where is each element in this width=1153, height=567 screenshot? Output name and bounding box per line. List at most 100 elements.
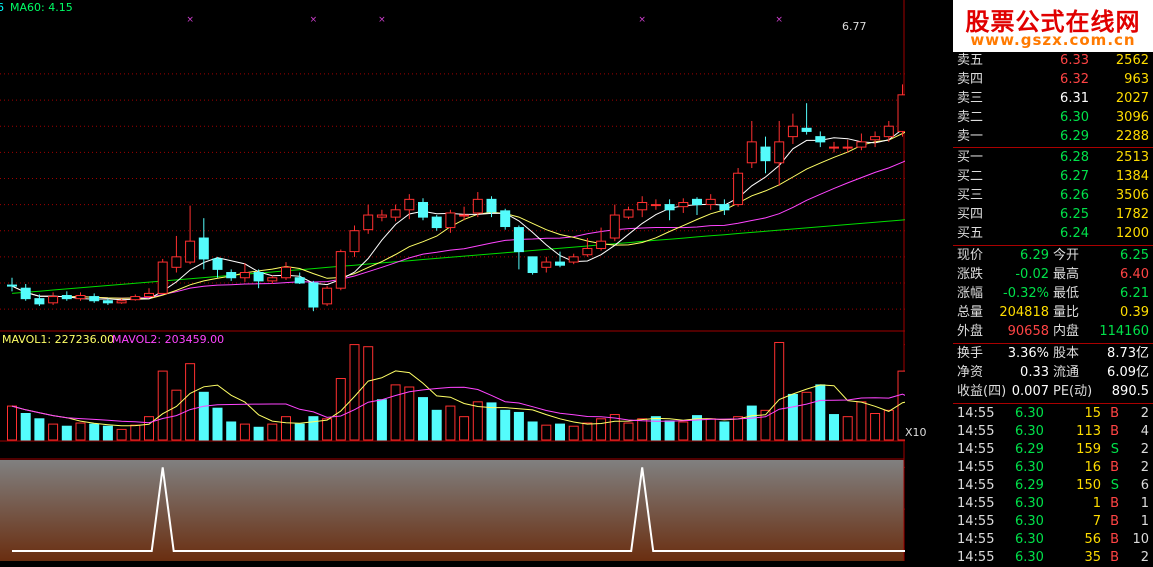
top-marker: × <box>638 15 646 25</box>
volume-bar <box>787 393 798 441</box>
buy-level-volume: 2513 <box>1115 150 1149 165</box>
sell-level-price: 6.31 <box>1060 91 1089 106</box>
chart-area[interactable]: 6.256.005.755.505.255.004.754.504.254.00… <box>0 0 1018 561</box>
volume-bar <box>733 416 744 441</box>
candle-body <box>34 298 45 305</box>
volume-bar <box>34 418 45 441</box>
quote-value: 0.39 <box>1120 305 1149 320</box>
tick-price: 6.29 <box>1015 442 1044 457</box>
finance-value: 0.007 <box>1011 384 1049 399</box>
buy-level-volume: 1200 <box>1115 226 1149 241</box>
candle-body <box>253 272 264 282</box>
buy-level: 买四 6.25 1782 <box>953 206 1153 224</box>
quote-value: -0.32% <box>1003 286 1049 301</box>
quote-value: 114160 <box>1099 324 1149 339</box>
volume-bar <box>253 426 264 441</box>
volume-bar <box>486 402 497 441</box>
tick-side: B <box>1110 460 1119 475</box>
volume-bar <box>130 424 141 441</box>
candle-body <box>239 272 250 279</box>
ma-indicator-prefix: 6 <box>0 1 4 14</box>
volume-bar <box>89 423 100 441</box>
volume-bar <box>870 413 881 441</box>
candle-body <box>486 198 497 213</box>
buy-level-price: 6.24 <box>1060 226 1089 241</box>
volume-bar <box>650 416 661 441</box>
buy-level-label: 买一 <box>957 150 984 165</box>
sell-level: 卖一 6.29 2288 <box>953 128 1153 146</box>
volume-bar <box>883 409 894 441</box>
buy-level: 买五 6.24 1200 <box>953 225 1153 243</box>
sell-level-price: 6.30 <box>1060 110 1089 125</box>
tick-row[interactable]: 14:55 6.30 113 B 4 <box>953 423 1153 441</box>
tick-row[interactable]: 14:55 6.30 35 B 2 <box>953 549 1153 567</box>
ma60-line <box>11 210 1013 294</box>
tick-row[interactable]: 14:55 6.30 1 B 1 <box>953 495 1153 513</box>
volume-bar <box>239 423 250 441</box>
tick-row[interactable]: 14:55 6.29 150 S 6 <box>953 477 1153 495</box>
volume-bar <box>294 423 305 441</box>
buy-level-price: 6.28 <box>1060 150 1089 165</box>
candle-body <box>267 277 278 282</box>
mavol2-indicator: MAVOL2: 203459.00 <box>112 333 225 346</box>
finance-divider <box>953 343 1153 344</box>
candle-body <box>513 227 524 253</box>
quote-panel: 股票公式在线网 www.gszx.com.cn 卖五 6.33 2562 卖四 6.32… <box>953 0 1153 565</box>
volume-bar <box>20 413 31 441</box>
tick-time: 14:55 <box>957 424 995 439</box>
tick-count: 1 <box>1140 514 1149 529</box>
candle-body <box>760 146 771 162</box>
tick-price: 6.29 <box>1015 478 1044 493</box>
candle-body <box>308 282 319 308</box>
buy-level: 买一 6.28 2513 <box>953 149 1153 167</box>
buy-level-label: 买二 <box>957 169 984 184</box>
tick-price: 6.30 <box>1015 532 1044 547</box>
tick-time: 14:55 <box>957 496 995 511</box>
quote-value: 204818 <box>999 305 1049 320</box>
tick-row[interactable]: 14:55 6.30 56 B 10 <box>953 531 1153 549</box>
candle-body <box>171 256 182 268</box>
quote-value: 6.25 <box>1120 248 1149 263</box>
quote-value: 6.21 <box>1120 286 1149 301</box>
sell-level-volume: 2288 <box>1115 129 1149 144</box>
quote-value: 90658 <box>1007 324 1049 339</box>
quote-label: 外盘 <box>957 324 984 339</box>
tick-volume: 159 <box>1076 442 1101 457</box>
quote-label: 总量 <box>957 305 984 320</box>
tick-time: 14:55 <box>957 460 995 475</box>
quote-row: 现价 6.29 今开 6.25 <box>953 247 1153 265</box>
tick-price: 6.30 <box>1015 424 1044 439</box>
tick-side: B <box>1110 496 1119 511</box>
volume-bar <box>212 407 223 441</box>
high-price-marker: 6.77 <box>842 20 867 33</box>
candle-body <box>829 146 839 149</box>
volume-bar <box>376 399 387 441</box>
candle-body <box>733 172 744 206</box>
candle-body <box>335 251 346 289</box>
volume-bar <box>459 416 470 441</box>
candle-body <box>815 136 826 143</box>
tick-row[interactable]: 14:55 6.30 7 B 1 <box>953 513 1153 531</box>
buy-level-price: 6.27 <box>1060 169 1089 184</box>
candle-body <box>226 272 237 279</box>
volume-bar <box>102 425 113 441</box>
candle-body <box>61 295 72 300</box>
candle-body <box>637 201 648 211</box>
candle-body <box>459 214 470 217</box>
tick-row[interactable]: 14:55 6.29 159 S 2 <box>953 441 1153 459</box>
tick-row[interactable]: 14:55 6.30 16 B 2 <box>953 459 1153 477</box>
candle-body <box>650 204 661 207</box>
tick-row[interactable]: 14:55 6.30 15 B 2 <box>953 405 1153 423</box>
volume-bar <box>61 425 72 441</box>
kline-chart[interactable]: 6.256.005.755.505.255.004.754.504.254.00… <box>0 0 1018 561</box>
mavol1-indicator: MAVOL1: 227236.00 <box>2 333 115 346</box>
order-book-divider <box>953 147 1153 148</box>
volume-bar <box>7 405 17 441</box>
finance-value: 3.36% <box>1007 346 1049 361</box>
volume-bar <box>774 341 785 441</box>
candle-body <box>568 256 579 263</box>
tick-price: 6.30 <box>1015 514 1044 529</box>
sell-level-label: 卖四 <box>957 72 984 87</box>
buy-level-label: 买三 <box>957 188 984 203</box>
candle-body <box>89 296 100 302</box>
